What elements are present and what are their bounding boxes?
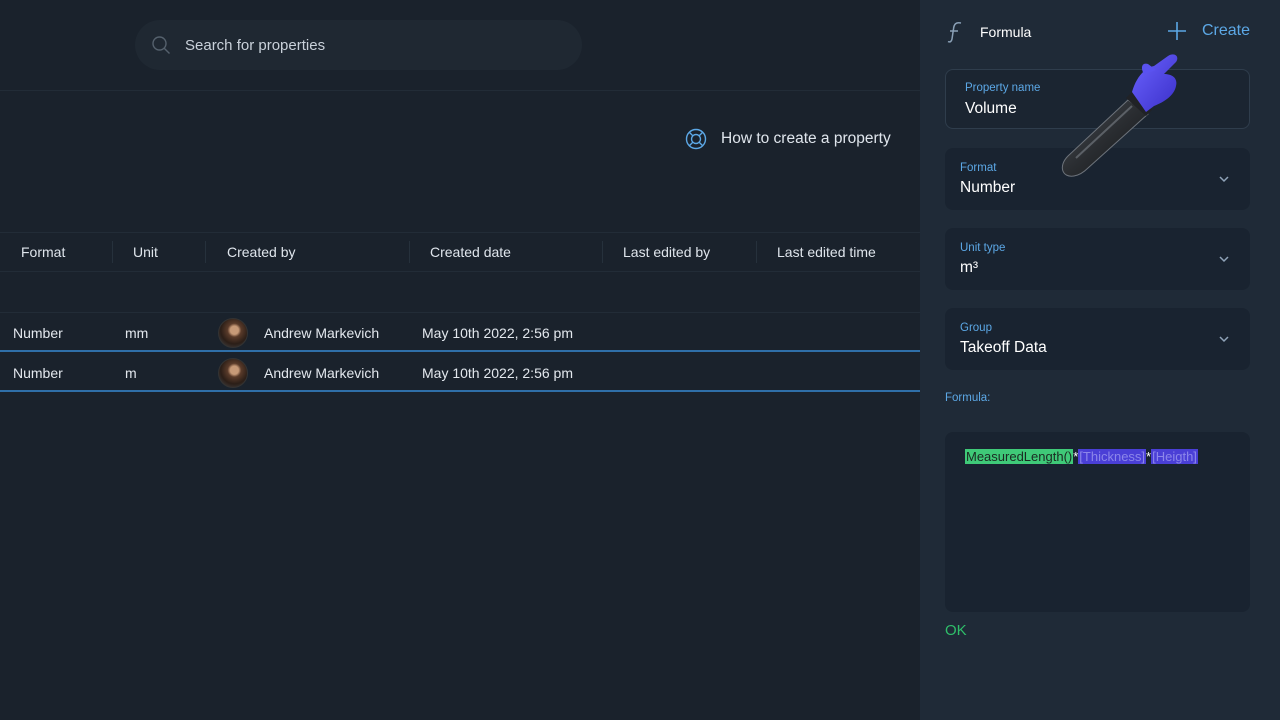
ok-button[interactable]: OK bbox=[945, 622, 967, 639]
create-property-panel: Formula Create Property name Volume Form… bbox=[920, 0, 1280, 720]
unit-type-select[interactable]: Unit type m³ bbox=[945, 228, 1250, 290]
cell-format: Number bbox=[13, 365, 63, 381]
format-label: Format bbox=[960, 162, 997, 174]
formula-variable-token[interactable]: [Heigth] bbox=[1151, 449, 1198, 464]
table-row[interactable]: Number mm Andrew Markevich May 10th 2022… bbox=[0, 314, 920, 352]
chevron-down-icon[interactable] bbox=[1218, 173, 1230, 185]
column-divider[interactable] bbox=[602, 241, 603, 263]
column-header-unit[interactable]: Unit bbox=[133, 233, 158, 271]
table-header: Format Unit Created by Created date Last… bbox=[0, 232, 920, 272]
group-value: Takeoff Data bbox=[960, 339, 1047, 356]
table-row[interactable]: Number m Andrew Markevich May 10th 2022,… bbox=[0, 354, 920, 392]
column-header-last-edited-time[interactable]: Last edited time bbox=[777, 233, 876, 271]
how-to-create-property-label: How to create a property bbox=[721, 130, 891, 147]
properties-main: How to create a property Format Unit Cre… bbox=[0, 0, 920, 720]
divider bbox=[0, 90, 920, 91]
cell-unit: mm bbox=[125, 325, 149, 341]
how-to-create-property-link[interactable]: How to create a property bbox=[685, 128, 891, 150]
plus-icon bbox=[1167, 22, 1186, 40]
formula-function-token[interactable]: MeasuredLength() bbox=[965, 449, 1074, 464]
column-header-created-date[interactable]: Created date bbox=[430, 233, 511, 271]
formula-editor[interactable]: MeasuredLength()*[Thickness]*[Heigth] bbox=[945, 432, 1250, 612]
format-value: Number bbox=[960, 179, 1016, 196]
column-divider[interactable] bbox=[756, 241, 757, 263]
avatar bbox=[218, 318, 248, 348]
column-header-created-by[interactable]: Created by bbox=[227, 233, 295, 271]
formula-expression[interactable]: MeasuredLength()*[Thickness]*[Heigth] bbox=[965, 449, 1198, 464]
cell-format: Number bbox=[13, 325, 63, 341]
cell-created-by: Andrew Markevich bbox=[264, 325, 380, 341]
formula-icon bbox=[947, 22, 962, 43]
formula-label: Formula: bbox=[945, 392, 991, 404]
column-divider[interactable] bbox=[205, 241, 206, 263]
unit-type-value: m³ bbox=[960, 259, 979, 276]
group-label: Group bbox=[960, 322, 992, 334]
search-icon bbox=[152, 36, 170, 54]
chevron-down-icon[interactable] bbox=[1218, 333, 1230, 345]
create-button-label: Create bbox=[1201, 22, 1250, 39]
cell-unit: m bbox=[125, 365, 137, 381]
create-button[interactable]: Create bbox=[1166, 20, 1250, 42]
panel-header: Formula Create bbox=[945, 20, 1255, 46]
cell-created-date: May 10th 2022, 2:56 pm bbox=[422, 325, 573, 341]
avatar bbox=[218, 358, 248, 388]
column-header-last-edited-by[interactable]: Last edited by bbox=[623, 233, 710, 271]
group-select[interactable]: Group Takeoff Data bbox=[945, 308, 1250, 370]
cell-created-by: Andrew Markevich bbox=[264, 365, 380, 381]
cell-created-date: May 10th 2022, 2:56 pm bbox=[422, 365, 573, 381]
search-bar[interactable] bbox=[135, 20, 582, 70]
chevron-down-icon[interactable] bbox=[1218, 253, 1230, 265]
unit-type-label: Unit type bbox=[960, 242, 1006, 254]
column-divider[interactable] bbox=[112, 241, 113, 263]
property-name-label: Property name bbox=[965, 82, 1041, 94]
format-select[interactable]: Format Number bbox=[945, 148, 1250, 210]
property-name-field[interactable]: Property name Volume bbox=[945, 69, 1250, 129]
property-name-value[interactable]: Volume bbox=[965, 100, 1017, 118]
formula-variable-token[interactable]: [Thickness] bbox=[1078, 449, 1147, 464]
panel-title: Formula bbox=[980, 24, 1032, 40]
column-header-format[interactable]: Format bbox=[21, 233, 65, 271]
search-input[interactable] bbox=[185, 20, 565, 70]
column-divider[interactable] bbox=[409, 241, 410, 263]
table-row-empty bbox=[0, 272, 920, 313]
lifebuoy-icon bbox=[685, 128, 707, 150]
